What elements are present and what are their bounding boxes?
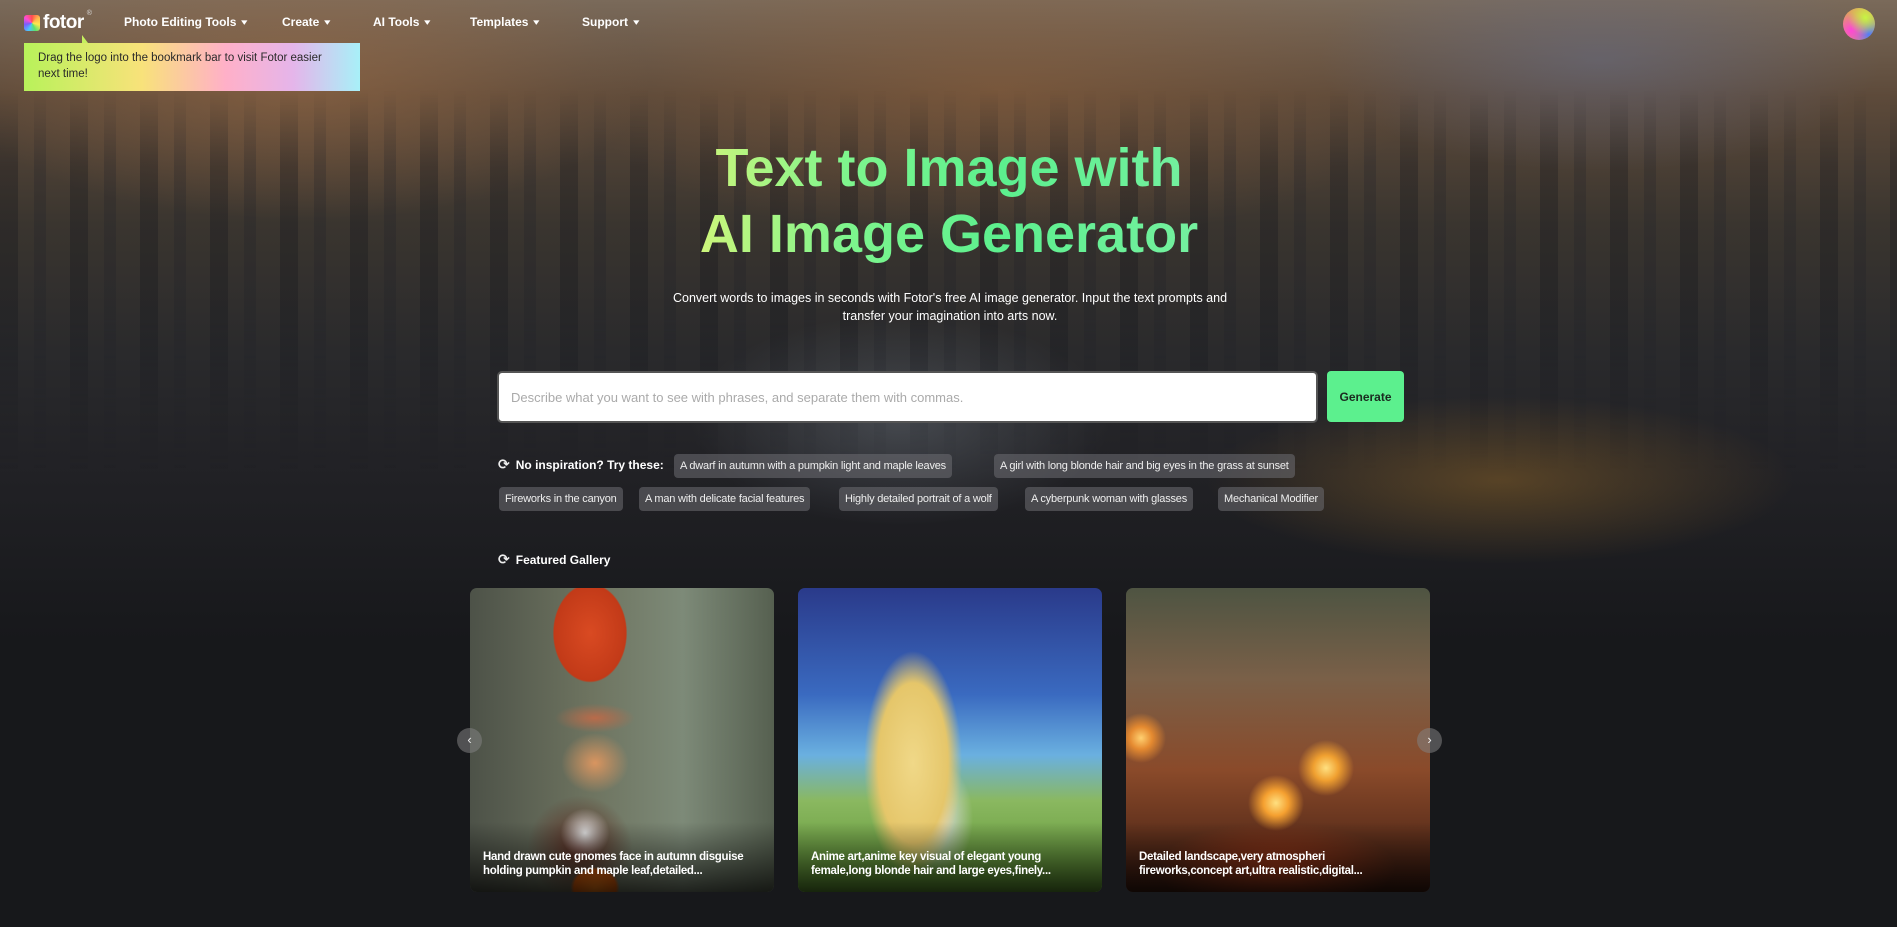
refresh-icon[interactable]: ⟳ [498,456,510,473]
inspiration-label[interactable]: ⟳ No inspiration? Try these: [498,456,664,473]
nav-support[interactable]: Support ▾ [582,15,639,29]
nav-create[interactable]: Create ▾ [282,15,331,29]
nav-label: Templates [470,15,529,29]
gallery-title: Featured Gallery [515,552,611,567]
title-line-1: Text to Image with [715,138,1183,198]
gallery-next-button[interactable]: › [1417,728,1442,753]
refresh-icon[interactable]: ⟳ [498,551,510,568]
chevron-down-icon: ▾ [633,16,640,27]
logo-text: fotor [43,12,84,33]
prompt-chip[interactable]: Mechanical Modifier [1218,487,1325,511]
chevron-left-icon: ‹ [467,732,472,747]
page-title: Text to Image with AI Image Generator [689,135,1209,267]
inspiration-text: No inspiration? Try these: [515,457,664,472]
title-line-2: AI Image Generator [699,204,1199,264]
fotor-logo[interactable]: fotor ® [24,10,92,34]
fotor-logo-icon [24,15,40,31]
nav-label: Support [582,15,628,29]
gallery-card[interactable]: Detailed landscape,very atmospheri firew… [1126,588,1430,892]
chevron-right-icon: › [1427,732,1432,747]
prompt-chip[interactable]: A girl with long blonde hair and big eye… [994,454,1295,478]
gallery-card[interactable]: Anime art,anime key visual of elegant yo… [798,588,1102,892]
gallery-card[interactable]: Hand drawn cute gnomes face in autumn di… [470,588,774,892]
chevron-down-icon: ▾ [424,16,431,27]
prompt-chip[interactable]: A dwarf in autumn with a pumpkin light a… [674,454,952,478]
hero-subtitle: Convert words to images in seconds with … [672,291,1228,323]
nav-photo-editing-tools[interactable]: Photo Editing Tools ▾ [124,15,248,29]
gallery-caption: Detailed landscape,very atmospheri firew… [1139,851,1363,877]
top-nav: fotor ® Photo Editing Tools ▾ Create ▾ A… [0,0,1897,44]
user-avatar[interactable] [1843,8,1875,40]
prompt-chip[interactable]: A cyberpunk woman with glasses [1025,487,1194,511]
prompt-input-container [497,371,1318,423]
nav-label: AI Tools [373,15,420,29]
chevron-down-icon: ▾ [324,16,331,27]
nav-templates[interactable]: Templates ▾ [470,15,540,29]
generate-button[interactable]: Generate [1327,371,1404,422]
gallery-caption: Anime art,anime key visual of elegant yo… [811,851,1051,877]
prompt-input[interactable] [499,373,1316,421]
prompt-chip[interactable]: Highly detailed portrait of a wolf [839,487,998,511]
nav-label: Create [282,15,320,29]
gallery-caption: Hand drawn cute gnomes face in autumn di… [483,851,744,877]
prompt-chip[interactable]: A man with delicate facial features [639,487,811,511]
bookmark-tooltip: Drag the logo into the bookmark bar to v… [24,35,360,91]
chevron-down-icon: ▾ [533,16,540,27]
nav-label: Photo Editing Tools [124,15,237,29]
registered-mark: ® [86,10,92,17]
gallery-prev-button[interactable]: ‹ [457,728,482,753]
chevron-down-icon: ▾ [241,16,248,27]
nav-ai-tools[interactable]: AI Tools ▾ [373,15,431,29]
prompt-chip[interactable]: Fireworks in the canyon [499,487,623,511]
featured-gallery-heading: ⟳ Featured Gallery [498,551,610,568]
